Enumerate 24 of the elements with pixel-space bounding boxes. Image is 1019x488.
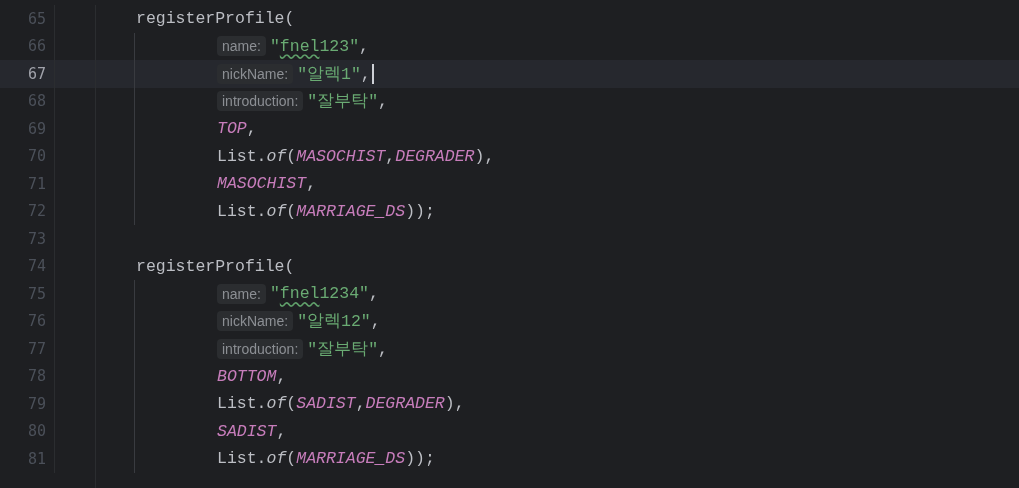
code-text: "알렉1",	[297, 63, 371, 85]
inlay-hint: nickName:	[217, 63, 294, 84]
code-text: registerProfile(	[136, 256, 295, 276]
line-number: 67	[26, 64, 46, 83]
code-text: MASOCHIST,	[217, 174, 317, 194]
code-text: List.of(SADIST,DEGRADER),	[217, 394, 465, 414]
code-text: BOTTOM,	[217, 366, 287, 386]
code-text: "fnel1234",	[269, 284, 379, 304]
inlay-hint: nickName:	[217, 311, 294, 332]
code-text: TOP,	[217, 119, 257, 139]
code-text: "잘부탁",	[307, 91, 388, 113]
inlay-hint: introduction:	[217, 91, 304, 112]
code-text: "알렉12",	[297, 311, 381, 333]
code-text: "잘부탁",	[307, 338, 388, 360]
inlay-hint: introduction:	[217, 338, 304, 359]
inlay-hint: name:	[217, 283, 266, 304]
code-text: SADIST,	[217, 421, 287, 441]
code-text: "fnel123",	[269, 36, 369, 56]
code-text: List.of(MASOCHIST,DEGRADER),	[217, 146, 495, 166]
code-text: registerProfile(	[136, 9, 295, 29]
code-text: List.of(MARRIAGE_DS));	[217, 201, 435, 221]
inlay-hint: name:	[217, 36, 266, 57]
text-cursor	[371, 63, 374, 84]
code-text: List.of(MARRIAGE_DS));	[217, 449, 435, 469]
